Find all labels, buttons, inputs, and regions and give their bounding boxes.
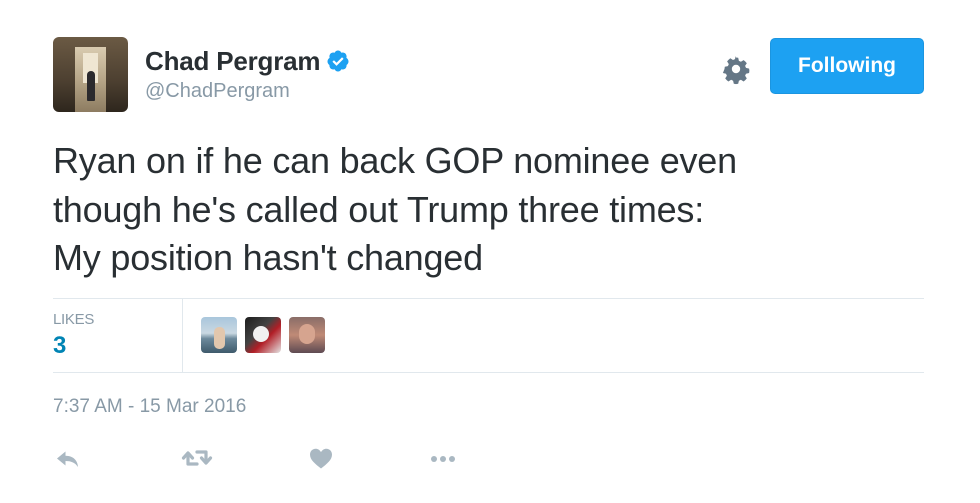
reply-button[interactable] [53, 440, 83, 476]
liker-avatar[interactable] [289, 317, 325, 353]
more-icon [431, 456, 455, 462]
avatar-person [87, 71, 95, 101]
likers-avatar-list [201, 317, 325, 353]
tweet-timestamp[interactable]: 7:37 AM - 15 Mar 2016 [53, 396, 246, 418]
heart-icon [310, 448, 332, 469]
stats-bottom-divider [53, 372, 924, 373]
tweet-text: Ryan on if he can back GOP nominee even … [53, 137, 933, 283]
author-info: Chad Pergram @ChadPergram [145, 46, 350, 103]
tweet-text-line: Ryan on if he can back GOP nominee even [53, 140, 737, 181]
tweet-text-line: though he's called out Trump three times… [53, 188, 705, 230]
likes-label[interactable]: LIKES [53, 311, 94, 328]
reply-icon [57, 451, 78, 467]
following-button[interactable]: Following [770, 38, 924, 94]
author-name[interactable]: Chad Pergram [145, 46, 321, 77]
stats-top-divider [53, 298, 924, 299]
verified-badge-icon [327, 50, 349, 72]
author-name-row: Chad Pergram [145, 46, 350, 76]
liker-avatar[interactable] [245, 317, 281, 353]
retweet-button[interactable] [179, 440, 215, 476]
liker-avatar[interactable] [201, 317, 237, 353]
gear-icon[interactable] [718, 51, 754, 87]
author-avatar[interactable] [53, 37, 128, 112]
author-handle[interactable]: @ChadPergram [145, 80, 350, 103]
tweet-card: Chad Pergram @ChadPergram Following Ryan… [0, 0, 980, 503]
stats-vertical-divider [182, 299, 183, 372]
more-button[interactable] [428, 440, 458, 476]
retweet-icon [181, 450, 213, 466]
tweet-text-line: My position hasn't changed [53, 237, 483, 278]
like-button[interactable] [306, 440, 336, 476]
likes-count[interactable]: 3 [53, 332, 66, 360]
